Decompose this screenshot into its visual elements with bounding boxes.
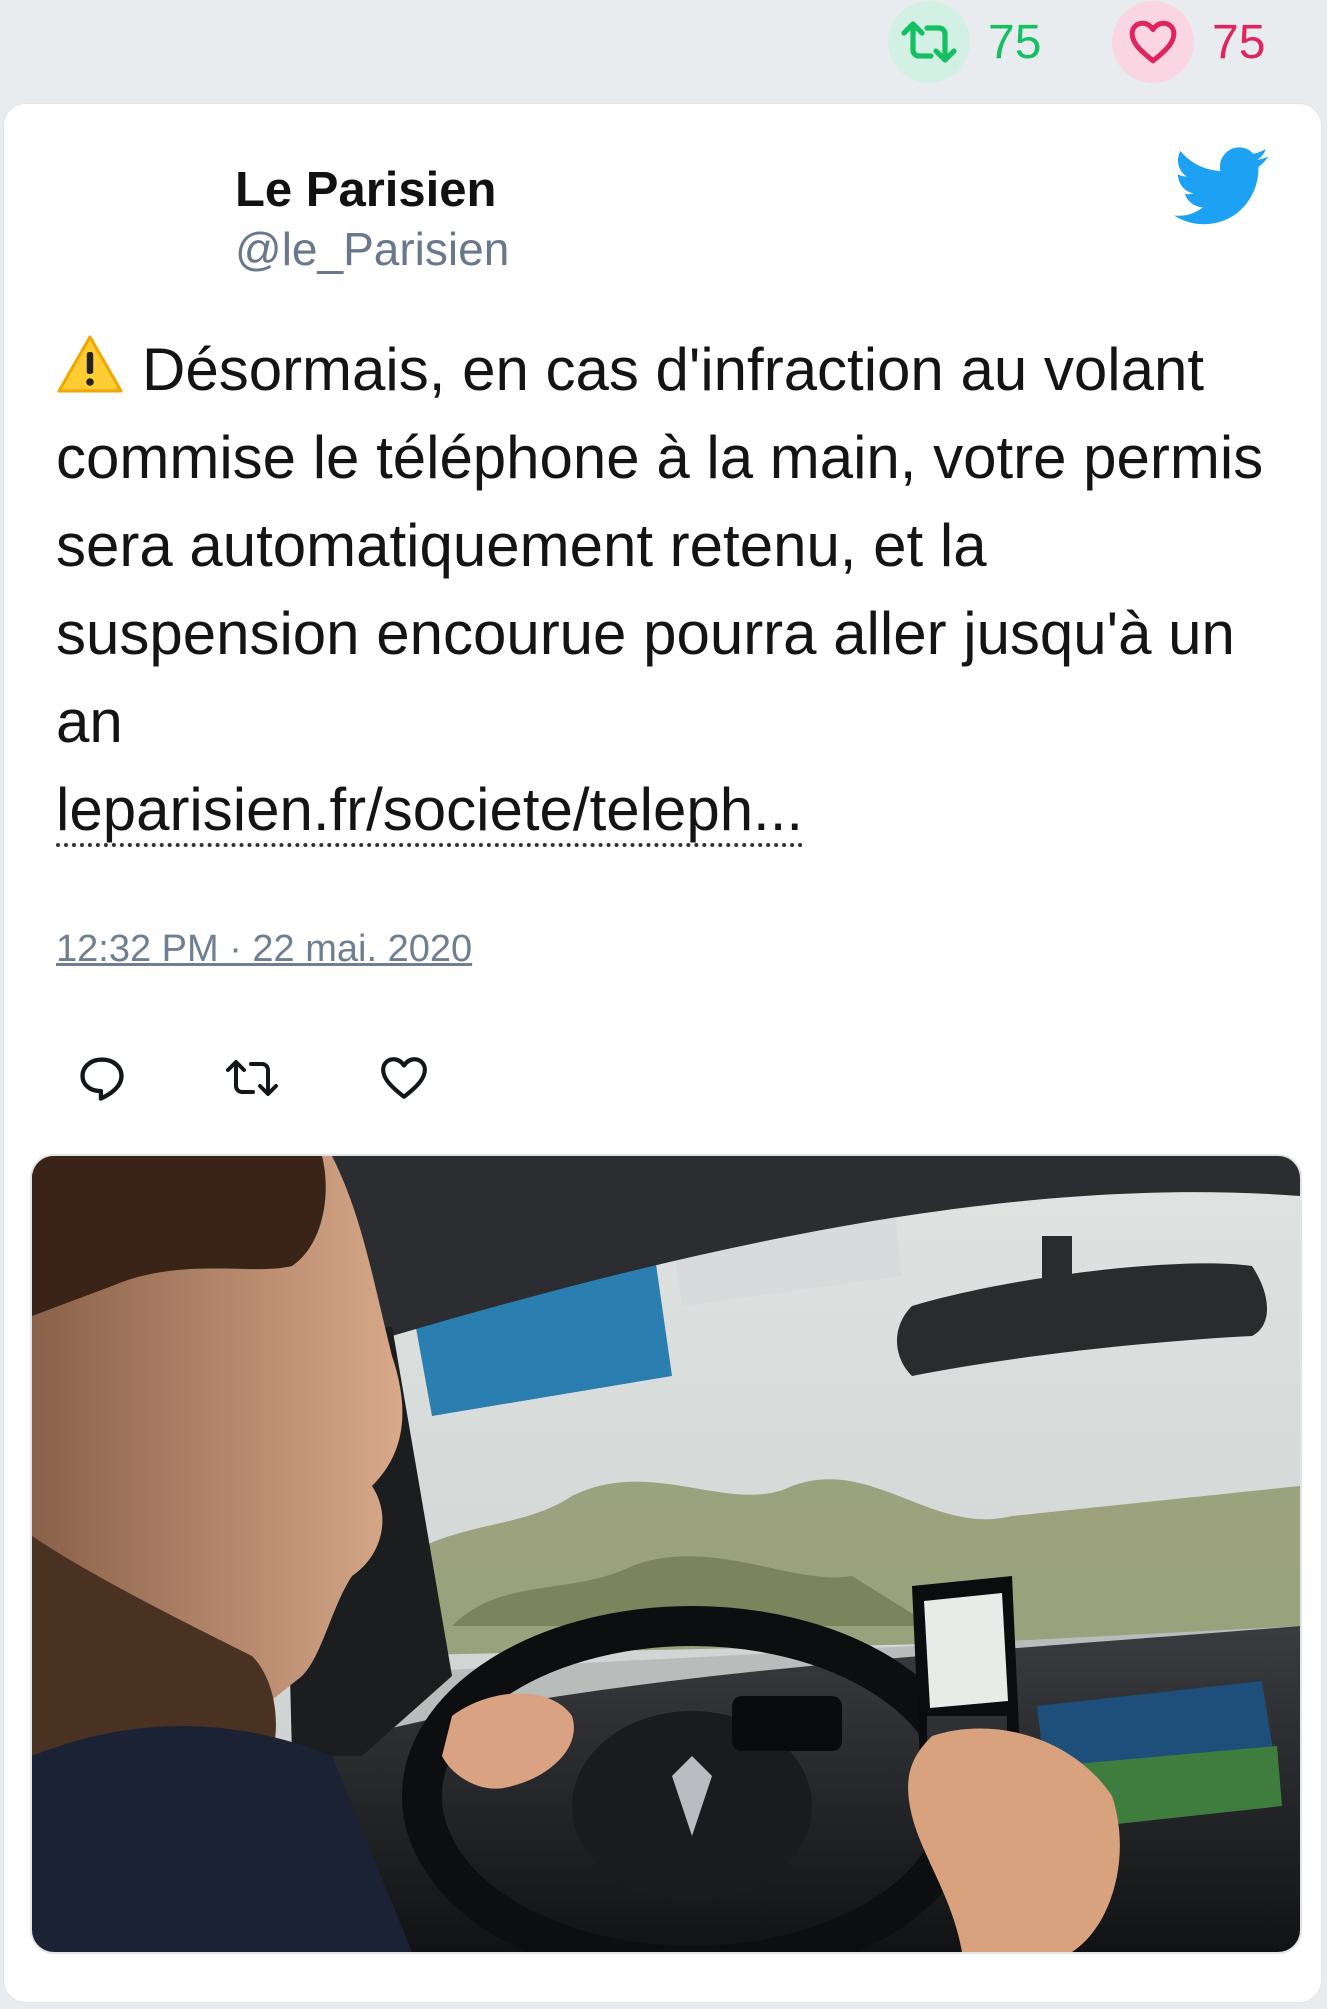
like-stat[interactable]: 75 bbox=[1112, 1, 1266, 83]
tweet-body: Désormais, en cas d'infraction au volant… bbox=[56, 326, 1306, 854]
author-handle[interactable]: @le_Parisien bbox=[235, 222, 509, 276]
tweet-photo[interactable] bbox=[30, 1154, 1302, 1954]
like-icon[interactable] bbox=[376, 1050, 432, 1106]
tweet-card: Le Parisien @le_Parisien Désormais, en c… bbox=[4, 104, 1321, 2002]
photo-driver-using-phone bbox=[32, 1156, 1300, 1952]
tweet-timestamp[interactable]: 12:32 PM · 22 mai. 2020 bbox=[56, 928, 472, 971]
like-count: 75 bbox=[1212, 15, 1266, 69]
tweet-text: Désormais, en cas d'infraction au volant… bbox=[56, 336, 1264, 755]
warning-icon bbox=[56, 330, 124, 393]
retweet-action-icon[interactable] bbox=[224, 1050, 280, 1106]
tweet-link[interactable]: leparisien.fr/societe/teleph... bbox=[56, 776, 804, 847]
engagement-bar: 75 75 bbox=[0, 0, 1327, 100]
twitter-bird-icon[interactable] bbox=[1174, 146, 1270, 228]
author-name[interactable]: Le Parisien bbox=[235, 162, 496, 218]
retweet-count: 75 bbox=[988, 15, 1042, 69]
retweet-icon[interactable] bbox=[888, 1, 970, 83]
retweet-stat[interactable]: 75 bbox=[888, 1, 1042, 83]
heart-icon[interactable] bbox=[1112, 1, 1194, 83]
reply-icon[interactable] bbox=[74, 1050, 130, 1106]
